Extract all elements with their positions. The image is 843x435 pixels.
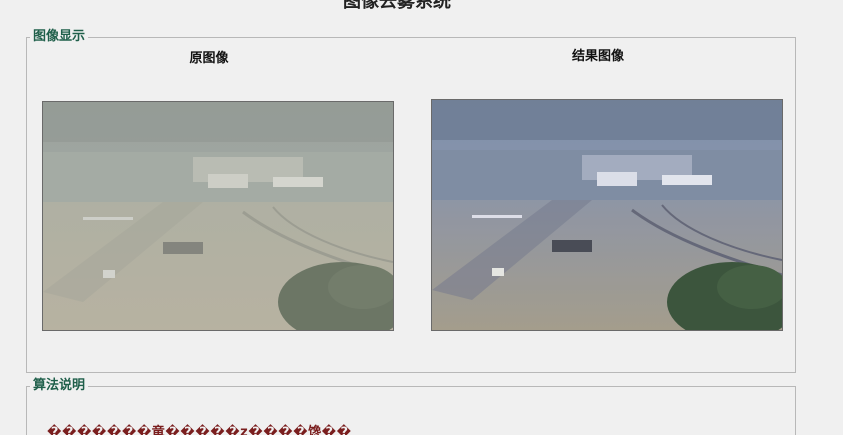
algorithm-description-group: 算法说明 �������竜�����z����馋�� [26, 378, 796, 435]
image-display-legend: 图像显示 [30, 29, 89, 45]
result-image [431, 99, 783, 331]
hazy-landscape-photo [43, 102, 393, 330]
original-image [42, 101, 394, 331]
algorithm-description-legend: 算法说明 [30, 378, 89, 394]
window-title: 图像去雾系统 [343, 0, 451, 12]
dehazed-landscape-photo [432, 100, 782, 330]
result-image-caption: 结果图像 [571, 49, 624, 64]
main-window: 图像去雾系统 图像显示 原图像 结果图像 算法说明 �������竜�����z… [0, 0, 843, 435]
algorithm-description-text: �������竜�����z����馋�� [47, 425, 352, 435]
original-image-caption: 原图像 [189, 51, 229, 66]
image-display-group: 图像显示 原图像 结果图像 [26, 29, 796, 373]
